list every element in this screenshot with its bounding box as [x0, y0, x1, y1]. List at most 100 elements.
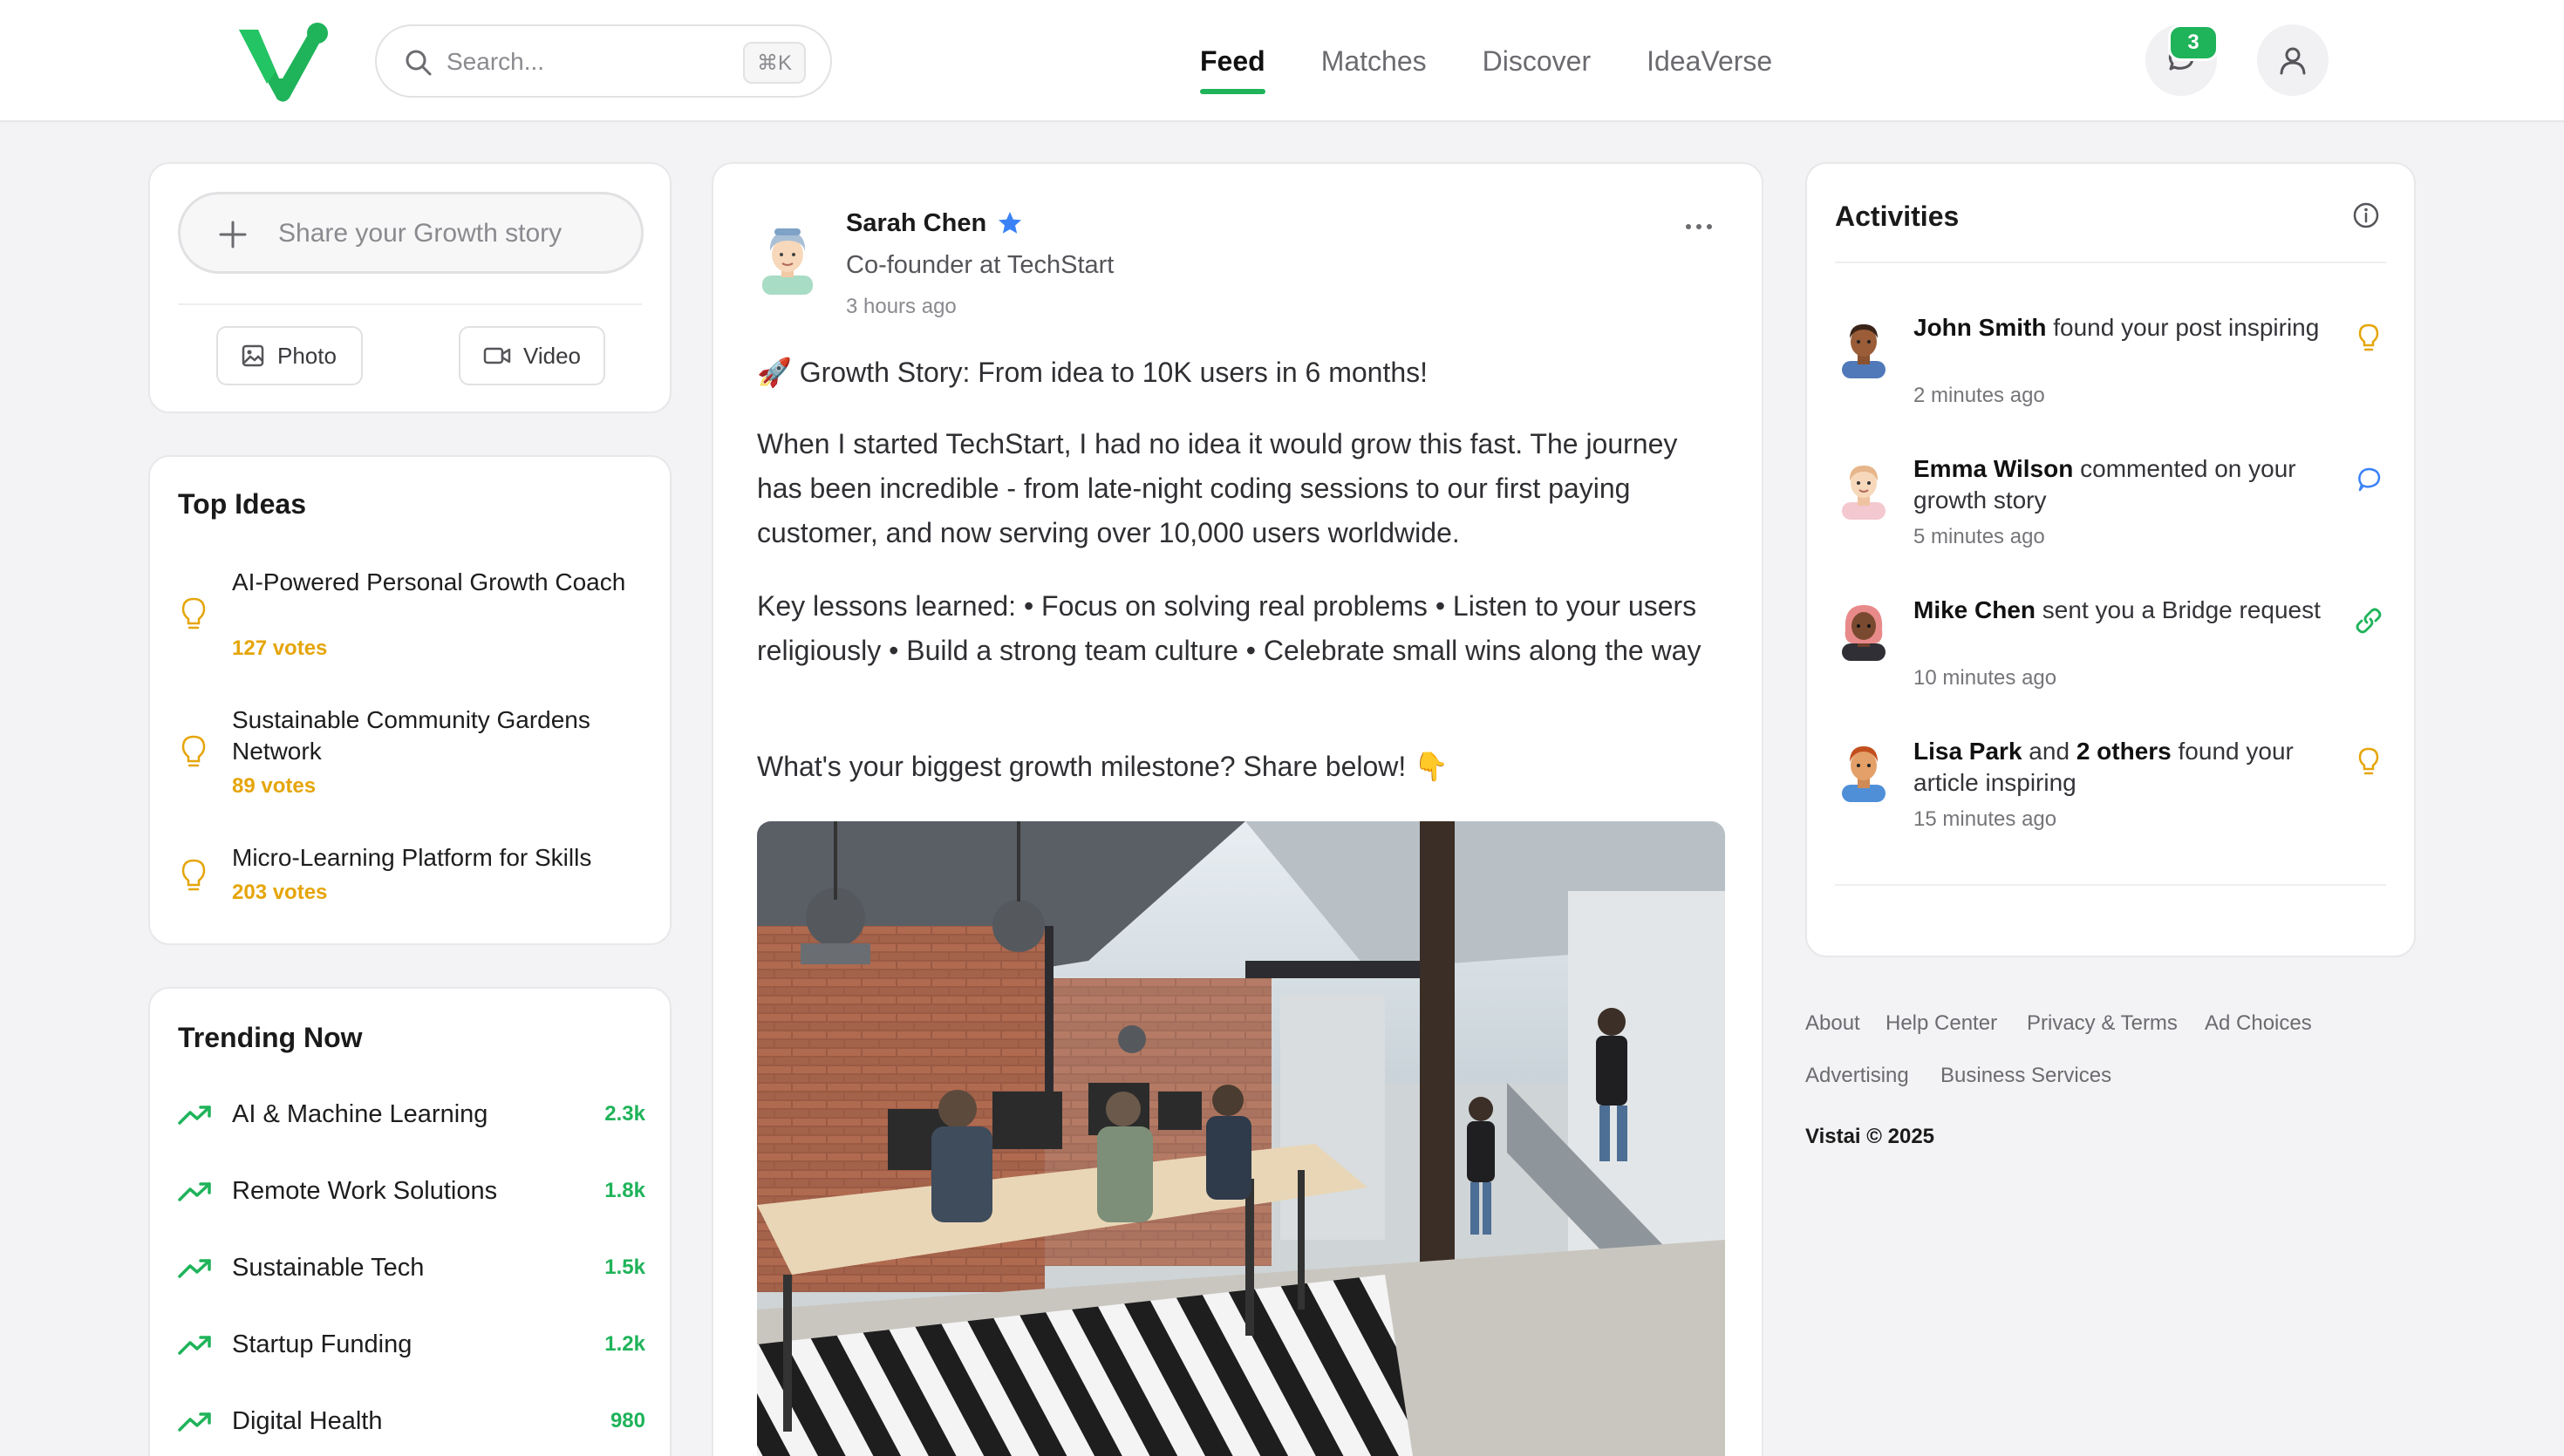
trending-up-icon [178, 1412, 211, 1432]
idea-votes: 203 votes [232, 881, 328, 904]
footer-link-business-services[interactable]: Business Services [1940, 1064, 2111, 1088]
trending-item[interactable]: Sustainable Tech 1.5k [178, 1250, 645, 1289]
activity-time: 15 minutes ago [1913, 807, 2057, 831]
trending-name: AI & Machine Learning [232, 1100, 488, 1128]
trending-up-icon [178, 1182, 211, 1201]
image-icon [242, 344, 264, 367]
activity-item[interactable]: Mike Chen sent you a Bridge request 10 m… [1835, 595, 2390, 725]
lightbulb-icon [2358, 323, 2379, 351]
link-icon [2356, 608, 2382, 634]
more-options-icon[interactable] [1681, 216, 1716, 237]
search-bar[interactable]: ⌘K [375, 24, 832, 98]
top-header: ⌘K Feed Matches Discover IdeaVerse 3 [0, 0, 2564, 122]
trending-card: Trending Now AI & Machine Learning 2.3k … [148, 987, 672, 1456]
trending-name: Startup Funding [232, 1330, 413, 1358]
activities-divider [1835, 262, 2386, 263]
idea-item[interactable]: AI-Powered Personal Growth Coach 127 vot… [178, 567, 649, 663]
nav-feed[interactable]: Feed [1200, 0, 1265, 122]
activity-action: sent you a Bridge request [2036, 596, 2321, 623]
photo-button[interactable]: Photo [216, 326, 363, 385]
avatar [1842, 324, 1885, 378]
search-shortcut-hint: ⌘K [743, 42, 806, 84]
video-label: Video [522, 342, 581, 369]
idea-item[interactable]: Micro-Learning Platform for Skills 203 v… [178, 842, 649, 912]
footer-link-about[interactable]: About [1805, 1011, 1860, 1036]
trending-count: 1.2k [604, 1332, 645, 1356]
trending-up-icon [178, 1259, 211, 1278]
activity-item[interactable]: Lisa Park and 2 others found your articl… [1835, 736, 2390, 867]
activities-title: Activities [1835, 201, 1960, 232]
search-input[interactable] [447, 42, 743, 82]
plus-icon [219, 221, 247, 248]
activity-time: 10 minutes ago [1913, 666, 2057, 690]
footer-link-ad-choices[interactable]: Ad Choices [2205, 1011, 2312, 1036]
post-paragraph: Key lessons learned: • Focus on solving … [757, 590, 1701, 666]
trending-name: Remote Work Solutions [232, 1177, 498, 1205]
activity-user-name[interactable]: Mike Chen [1913, 596, 2036, 623]
avatar [1842, 605, 1885, 661]
idea-votes: 127 votes [232, 636, 328, 660]
avatar [1842, 746, 1885, 802]
trending-item[interactable]: Startup Funding 1.2k [178, 1327, 645, 1365]
post-paragraph: When I started TechStart, I had no idea … [757, 428, 1678, 548]
trending-count: 980 [610, 1409, 645, 1432]
nav-discover[interactable]: Discover [1483, 0, 1591, 122]
author-avatar[interactable] [757, 225, 818, 295]
trending-name: Digital Health [232, 1407, 383, 1435]
activity-user-name[interactable]: Lisa Park [1913, 738, 2022, 765]
activity-item[interactable]: Emma Wilson commented on your growth sto… [1835, 453, 2390, 584]
video-button[interactable]: Video [459, 326, 605, 385]
vistai-logo[interactable] [234, 21, 331, 105]
lightbulb-icon [181, 597, 206, 629]
footer-copyright: Vistai © 2025 [1805, 1125, 1935, 1148]
activity-user-name[interactable]: Emma Wilson [1913, 455, 2073, 482]
footer-link-help-center[interactable]: Help Center [1885, 1011, 1997, 1036]
trending-count: 1.5k [604, 1255, 645, 1279]
trending-item[interactable]: Remote Work Solutions 1.8k [178, 1174, 645, 1212]
user-icon [2280, 47, 2306, 75]
post-paragraph: What's your biggest growth milestone? Sh… [757, 751, 1449, 782]
activity-item[interactable]: John Smith found your post inspiring 2 m… [1835, 312, 2390, 443]
trending-up-icon [178, 1336, 211, 1355]
video-camera-icon [483, 347, 511, 364]
share-divider [178, 303, 642, 305]
trending-name: Sustainable Tech [232, 1254, 425, 1282]
trending-item[interactable]: Digital Health 980 [178, 1404, 645, 1442]
trending-item[interactable]: AI & Machine Learning 2.3k [178, 1097, 645, 1135]
activity-text: Lisa Park and 2 others found your articl… [1913, 736, 2332, 799]
top-ideas-card: Top Ideas AI-Powered Personal Growth Coa… [148, 455, 672, 945]
trending-count: 2.3k [604, 1102, 645, 1126]
comment-icon [2358, 467, 2381, 492]
share-story-placeholder: Share your Growth story [278, 219, 563, 248]
post-image[interactable] [757, 821, 1725, 1456]
profile-button[interactable] [2257, 24, 2329, 96]
activity-action: found your post inspiring [2046, 314, 2320, 341]
footer-link-advertising[interactable]: Advertising [1805, 1064, 1909, 1088]
nav-ideaverse[interactable]: IdeaVerse [1647, 0, 1772, 122]
post-author-name[interactable]: Sarah Chen [846, 209, 986, 238]
post-timestamp: 3 hours ago [846, 295, 957, 318]
share-story-input[interactable]: Share your Growth story [178, 192, 644, 274]
idea-item[interactable]: Sustainable Community Gardens Network 89… [178, 704, 649, 800]
lightbulb-icon [181, 735, 206, 767]
activities-card: Activities John Smith found your post in… [1805, 162, 2416, 957]
nav-matches[interactable]: Matches [1321, 0, 1427, 122]
info-icon[interactable] [2351, 201, 2381, 230]
avatar [1842, 466, 1885, 520]
activity-others-count[interactable]: 2 others [2076, 738, 2172, 765]
activity-user-name[interactable]: John Smith [1913, 314, 2046, 341]
trending-title: Trending Now [178, 1022, 363, 1053]
activity-text: Emma Wilson commented on your growth sto… [1913, 453, 2332, 516]
activities-bottom-divider [1835, 884, 2386, 886]
feed-post: Sarah Chen Co-founder at TechStart 3 hou… [712, 162, 1763, 1456]
main-nav: Feed Matches Discover IdeaVerse [1200, 0, 1828, 122]
activity-text: Mike Chen sent you a Bridge request [1913, 595, 2332, 626]
activity-text: John Smith found your post inspiring [1913, 312, 2332, 344]
idea-title: Micro-Learning Platform for Skills [232, 844, 592, 871]
search-icon [406, 50, 432, 76]
activity-time: 2 minutes ago [1913, 384, 2045, 407]
share-story-card: Share your Growth story Photo Video [148, 162, 672, 413]
footer-link-privacy-terms[interactable]: Privacy & Terms [2027, 1011, 2178, 1036]
post-author-role: Co-founder at TechStart [846, 251, 1115, 279]
lightbulb-icon [2358, 747, 2379, 775]
